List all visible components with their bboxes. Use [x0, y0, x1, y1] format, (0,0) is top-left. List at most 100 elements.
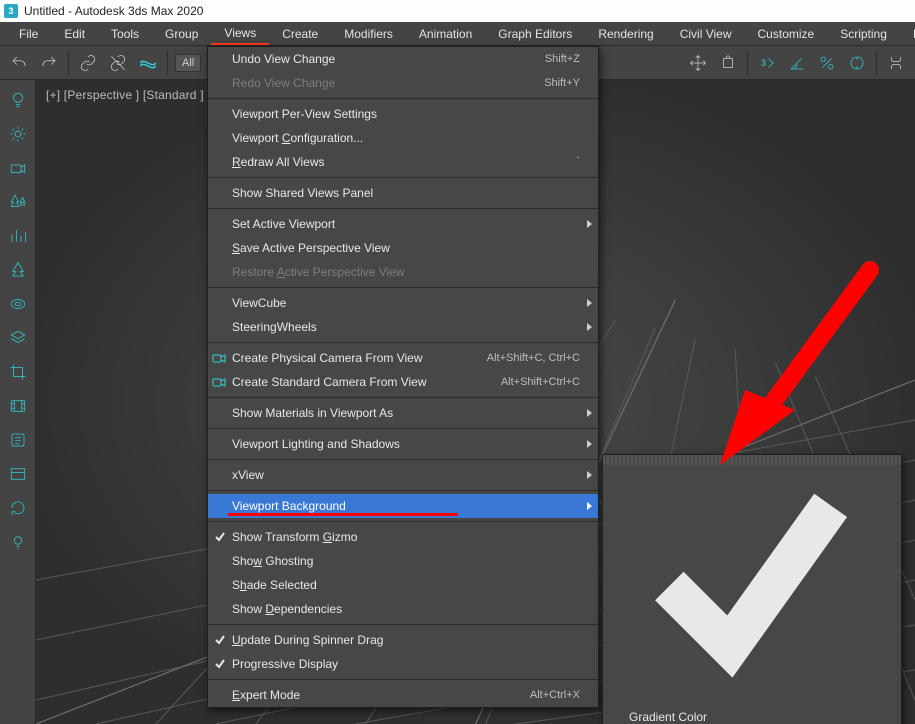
menu-item-expert-mode[interactable]: Expert ModeAlt+Ctrl+X: [208, 683, 598, 707]
chart-icon[interactable]: [4, 222, 32, 250]
menu-item-shortcut: Alt+Shift+C, Ctrl+C: [487, 352, 580, 364]
menu-item-label: Progressive Display: [232, 657, 580, 671]
check-icon: [214, 531, 226, 543]
percent-snap-button[interactable]: [813, 49, 841, 77]
menu-item-shade-selected[interactable]: Shade Selected: [208, 573, 598, 597]
menu-separator: [208, 98, 598, 99]
unlink-button[interactable]: [104, 49, 132, 77]
menu-create[interactable]: Create: [269, 22, 331, 45]
3d-snap-button[interactable]: 3: [753, 49, 781, 77]
menu-tools[interactable]: Tools: [98, 22, 152, 45]
menu-item-shortcut: Alt+Shift+Ctrl+C: [501, 376, 580, 388]
menu-item-show-ghosting[interactable]: Show Ghosting: [208, 549, 598, 573]
menu-views[interactable]: Views: [211, 22, 269, 45]
menu-item-show-dependencies[interactable]: Show Dependencies: [208, 597, 598, 621]
window-title: Untitled - Autodesk 3ds Max 2020: [24, 4, 203, 18]
menu-item-label: Show Ghosting: [232, 554, 580, 568]
panel-icon[interactable]: [4, 460, 32, 488]
camera-icon: [212, 351, 226, 365]
link-button[interactable]: [74, 49, 102, 77]
bind-spacewarp-button[interactable]: [134, 49, 162, 77]
menu-item-label: SteeringWheels: [232, 320, 580, 334]
menu-item-label: Show Transform Gizmo: [232, 530, 580, 544]
menu-separator: [208, 624, 598, 625]
menu-item-label: Viewport Background: [232, 499, 580, 513]
menu-item-show-materials-in-viewport-as[interactable]: Show Materials in Viewport As: [208, 401, 598, 425]
submenu-grip[interactable]: [603, 455, 901, 465]
menu-group[interactable]: Group: [152, 22, 211, 45]
menu-item-label: Shade Selected: [232, 578, 580, 592]
menu-int[interactable]: Int: [900, 22, 915, 45]
menu-item-label: Save Active Perspective View: [232, 241, 580, 255]
svg-text:3: 3: [761, 58, 766, 68]
views-menu-dropdown: Undo View ChangeShift+ZRedo View ChangeS…: [207, 46, 599, 708]
menu-item-update-during-spinner-drag[interactable]: Update During Spinner Drag: [208, 628, 598, 652]
menu-item-viewcube[interactable]: ViewCube: [208, 291, 598, 315]
menu-item-save-active-perspective-view[interactable]: Save Active Perspective View: [208, 236, 598, 260]
loop-icon[interactable]: [4, 494, 32, 522]
menu-item-gradient-color[interactable]: Gradient Color: [603, 465, 901, 724]
spinner-snap-button[interactable]: [843, 49, 871, 77]
menu-item-label: Gradient Color: [629, 710, 707, 724]
trees-icon[interactable]: [4, 188, 32, 216]
annotation-underline: [228, 513, 458, 516]
menu-file[interactable]: File: [6, 22, 51, 45]
sun-icon[interactable]: [4, 120, 32, 148]
menu-separator: [208, 287, 598, 288]
layers-icon[interactable]: [4, 324, 32, 352]
menu-animation[interactable]: Animation: [406, 22, 485, 45]
submenu-chevron-icon: [587, 471, 592, 479]
light-bulb-icon[interactable]: [4, 86, 32, 114]
script-icon[interactable]: [4, 426, 32, 454]
menu-item-label: Create Standard Camera From View: [232, 375, 461, 389]
camera-icon[interactable]: [4, 154, 32, 182]
named-selection-button[interactable]: [882, 49, 910, 77]
submenu-chevron-icon: [587, 220, 592, 228]
title-bar: 3 Untitled - Autodesk 3ds Max 2020: [0, 0, 915, 22]
menu-scripting[interactable]: Scripting: [827, 22, 900, 45]
menu-item-viewport-per-view-settings[interactable]: Viewport Per-View Settings: [208, 102, 598, 126]
undo-button[interactable]: [5, 49, 33, 77]
menu-civil-view[interactable]: Civil View: [667, 22, 745, 45]
menu-item-label: Show Dependencies: [232, 602, 580, 616]
submenu-chevron-icon: [587, 409, 592, 417]
menu-customize[interactable]: Customize: [745, 22, 828, 45]
redo-button[interactable]: [35, 49, 63, 77]
menu-item-set-active-viewport[interactable]: Set Active Viewport: [208, 212, 598, 236]
menu-item-undo-view-change[interactable]: Undo View ChangeShift+Z: [208, 47, 598, 71]
menu-item-create-physical-camera-from-view[interactable]: Create Physical Camera From ViewAlt+Shif…: [208, 346, 598, 370]
film-icon[interactable]: [4, 392, 32, 420]
menu-item-shortcut: `: [576, 156, 580, 168]
menu-item-redraw-all-views[interactable]: Redraw All Views`: [208, 150, 598, 174]
menu-item-viewport-configuration[interactable]: Viewport Configuration...: [208, 126, 598, 150]
viewport-label[interactable]: [+] [Perspective ] [Standard ] [D: [46, 88, 220, 102]
submenu-chevron-icon: [587, 323, 592, 331]
menu-separator: [208, 490, 598, 491]
idea-icon[interactable]: [4, 528, 32, 556]
rotate-plane-tool[interactable]: [714, 49, 742, 77]
torus-icon[interactable]: [4, 290, 32, 318]
menu-item-label: Update During Spinner Drag: [232, 633, 580, 647]
menu-separator: [208, 521, 598, 522]
menu-item-progressive-display[interactable]: Progressive Display: [208, 652, 598, 676]
angle-snap-button[interactable]: [783, 49, 811, 77]
menu-item-viewport-background[interactable]: Viewport Background: [208, 494, 598, 518]
menu-modifiers[interactable]: Modifiers: [331, 22, 406, 45]
menu-item-create-standard-camera-from-view[interactable]: Create Standard Camera From View Alt+Shif…: [208, 370, 598, 394]
menu-item-show-transform-gizmo[interactable]: Show Transform Gizmo: [208, 525, 598, 549]
menu-edit[interactable]: Edit: [51, 22, 98, 45]
menu-item-viewport-lighting-and-shadows[interactable]: Viewport Lighting and Shadows: [208, 432, 598, 456]
menu-item-steeringwheels[interactable]: SteeringWheels: [208, 315, 598, 339]
selection-filter[interactable]: All: [175, 54, 201, 72]
tree-single-icon[interactable]: [4, 256, 32, 284]
check-icon: [214, 634, 226, 646]
menu-rendering[interactable]: Rendering: [585, 22, 666, 45]
menu-graph-editors[interactable]: Graph Editors: [485, 22, 585, 45]
menu-bar: FileEditToolsGroupViewsCreateModifiersAn…: [0, 22, 915, 46]
menu-separator: [208, 208, 598, 209]
move-tool[interactable]: [684, 49, 712, 77]
menu-item-xview[interactable]: xView: [208, 463, 598, 487]
crop-icon[interactable]: [4, 358, 32, 386]
menu-item-show-shared-views-panel[interactable]: Show Shared Views Panel: [208, 181, 598, 205]
menu-separator: [208, 459, 598, 460]
